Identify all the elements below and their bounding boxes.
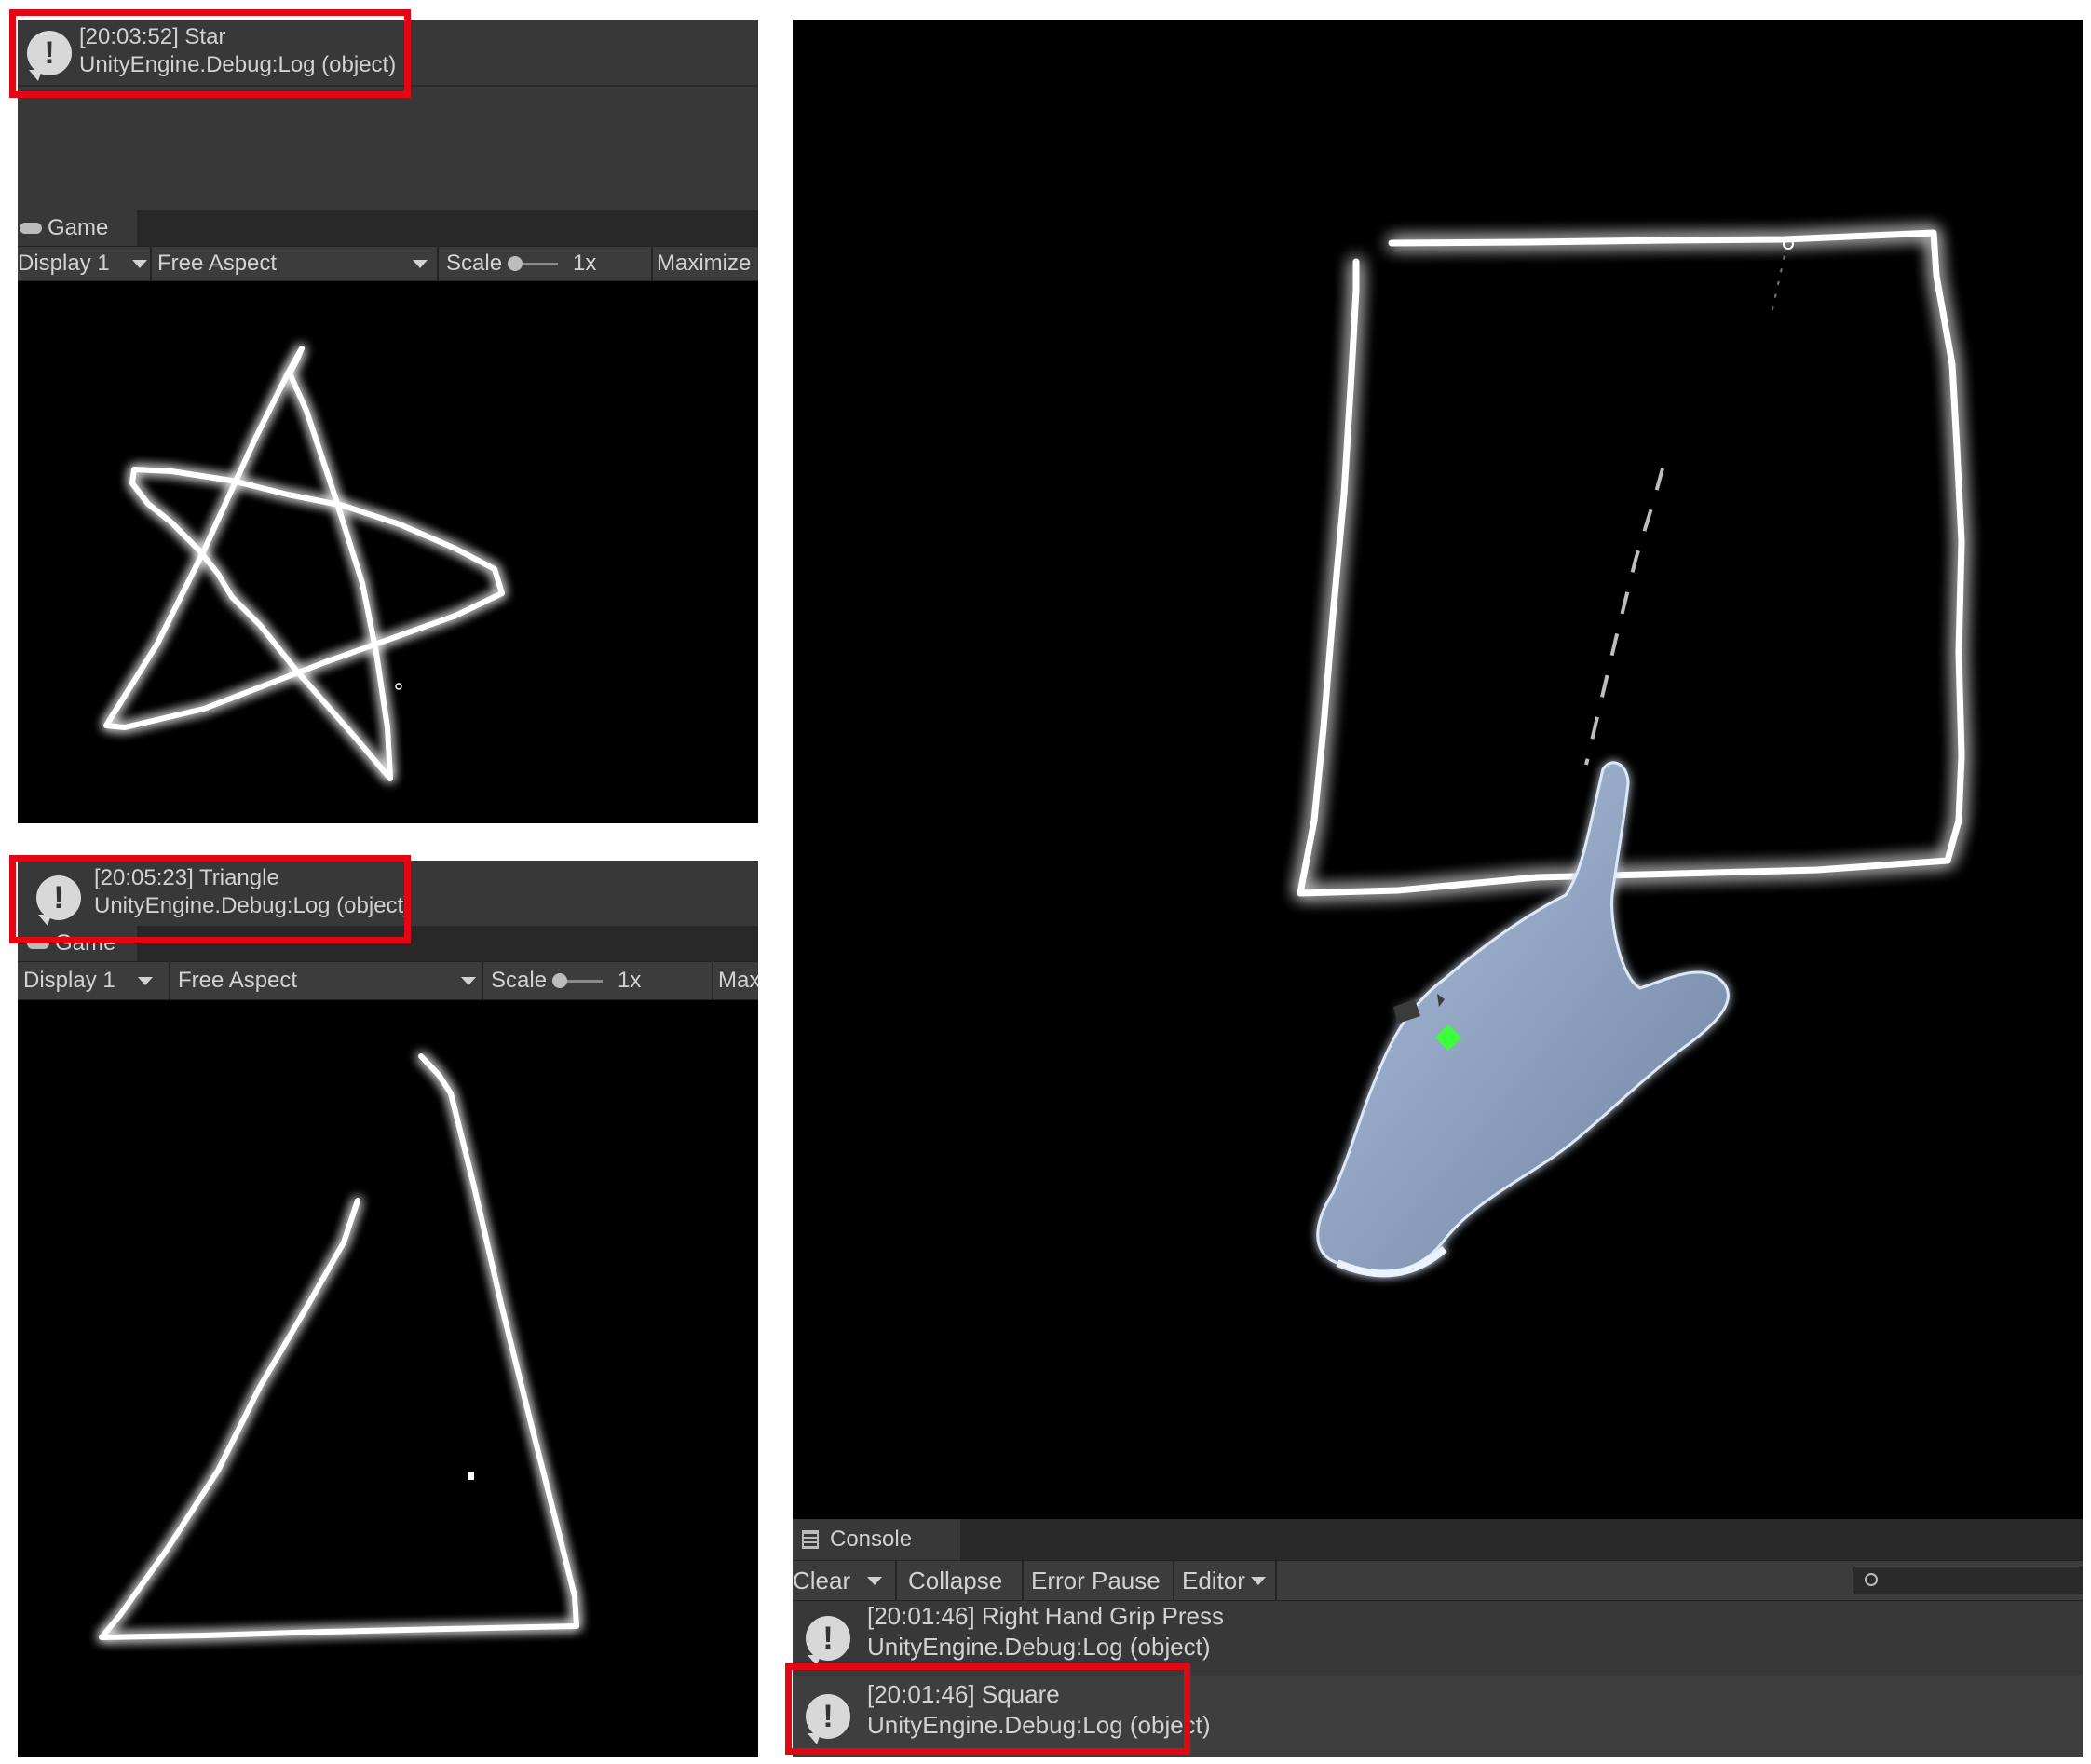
star-log-highlight	[9, 9, 411, 98]
scale-value: 1x	[618, 968, 642, 993]
error-pause-button[interactable]: Error Pause	[1031, 1561, 1161, 1600]
dropdown-caret-icon	[1250, 1576, 1266, 1585]
console-empty-area	[18, 85, 758, 212]
dropdown-caret-icon	[413, 259, 428, 268]
clear-options-dropdown[interactable]	[867, 1561, 882, 1600]
scale-label: Scale	[446, 251, 503, 276]
warning-icon: !	[806, 1616, 850, 1666]
square-panel: Console Clear Collapse Error Pause Edito…	[793, 20, 2083, 1757]
display-label: Display 1	[18, 251, 110, 276]
game-toolbar: Display 1 Free Aspect Scale 1x Maximize	[18, 246, 758, 281]
pointer-ray	[1584, 468, 1664, 766]
log-source: UnityEngine.Debug:Log (object)	[867, 1633, 1211, 1661]
scale-slider-track[interactable]	[552, 972, 604, 988]
maximize-button[interactable]: Maximize	[657, 247, 751, 280]
aspect-label: Free Aspect	[178, 968, 298, 993]
console-icon	[802, 1530, 819, 1549]
scale-slider-knob[interactable]	[508, 255, 523, 271]
log-title: [20:01:46] Right Hand Grip Press	[867, 1602, 1224, 1630]
tab-console[interactable]: Console	[793, 1519, 960, 1560]
star-game-view	[18, 280, 758, 823]
scale-label: Scale	[491, 968, 548, 993]
aspect-dropdown[interactable]: Free Aspect	[157, 247, 428, 280]
scale-slider-track[interactable]	[508, 255, 559, 271]
scale-slider[interactable]: Scale 1x	[446, 247, 651, 280]
display-dropdown[interactable]: Display 1	[23, 962, 163, 999]
display-dropdown[interactable]: Display 1	[18, 247, 147, 280]
dropdown-caret-icon	[461, 976, 476, 985]
tab-game[interactable]: Game	[18, 210, 137, 246]
aspect-label: Free Aspect	[157, 251, 278, 276]
maximize-button[interactable]: Max	[718, 962, 758, 999]
game-tab-label: Game	[48, 215, 109, 240]
aspect-dropdown[interactable]: Free Aspect	[178, 962, 476, 999]
scale-slider[interactable]: Scale 1x	[491, 962, 714, 999]
pointer-ray-far	[1770, 242, 1788, 319]
game-tab-row: Game	[18, 210, 758, 246]
editor-dropdown[interactable]: Editor	[1182, 1561, 1266, 1600]
triangle-stroke	[99, 1053, 579, 1640]
error-pause-label: Error Pause	[1031, 1566, 1161, 1594]
clear-label: Clear	[793, 1566, 851, 1594]
console-tab-row: Console	[793, 1519, 2083, 1560]
hand-model	[1316, 761, 1730, 1278]
square-log-highlight	[785, 1663, 1190, 1755]
square-game-view	[793, 20, 2083, 1519]
search-icon	[1865, 1573, 1878, 1586]
collapse-button[interactable]: Collapse	[908, 1561, 1002, 1600]
dropdown-caret-icon	[137, 976, 153, 985]
maximize-label: Maximize	[657, 251, 752, 276]
scale-value: 1x	[573, 251, 597, 276]
console-tab-label: Console	[830, 1527, 913, 1552]
clear-button[interactable]: Clear	[793, 1561, 850, 1600]
editor-label: Editor	[1182, 1566, 1245, 1594]
game-toolbar: Display 1 Free Aspect Scale 1x Max	[18, 961, 758, 1000]
display-label: Display 1	[23, 968, 115, 993]
cursor-dot	[395, 683, 402, 690]
triangle-log-highlight	[9, 855, 411, 943]
search-input[interactable]	[1853, 1567, 2083, 1594]
dropdown-caret-icon	[867, 1576, 882, 1585]
triangle-game-view	[18, 1000, 758, 1757]
star-stroke	[103, 346, 505, 781]
scale-slider-knob[interactable]	[552, 972, 568, 988]
console-toolbar: Clear Collapse Error Pause Editor	[793, 1560, 2083, 1601]
collapse-label: Collapse	[908, 1566, 1003, 1594]
triangle-panel: ! [20:05:23] Triangle UnityEngine.Debug:…	[18, 861, 758, 1757]
cursor-dot	[468, 1472, 474, 1480]
gamepad-icon	[20, 223, 42, 234]
maximize-label: Max	[718, 968, 758, 993]
dropdown-caret-icon	[131, 259, 147, 268]
square-stroke	[1297, 229, 1965, 897]
star-panel: ! [20:03:52] Star UnityEngine.Debug:Log …	[18, 20, 758, 823]
